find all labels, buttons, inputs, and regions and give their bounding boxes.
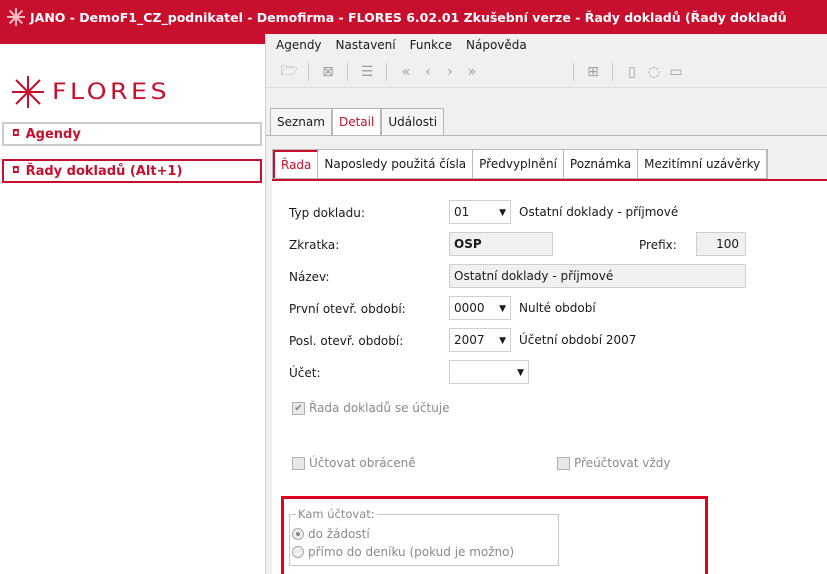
radio-do-zadosti-label: do žádostí	[308, 527, 370, 541]
kam-uctovat-group: Kam účtovat: do žádostí přímo do deníku …	[289, 507, 559, 566]
title-bar: JANO - DemoF1_CZ_podnikatel - Demofirma …	[0, 0, 827, 34]
ucet-label: Účet:	[289, 366, 321, 380]
prvni-obdobi-value: 0000	[454, 301, 485, 315]
tab-rada[interactable]: Řada	[273, 150, 319, 178]
app-icon	[6, 7, 26, 27]
posl-obdobi-label: Posl. otevř. období:	[289, 334, 404, 348]
prefix-field[interactable]: 100	[696, 232, 746, 256]
tabs-divider	[266, 135, 827, 136]
toolbar-separator	[386, 62, 387, 81]
toolbar-separator	[308, 62, 309, 81]
menu-nastaveni[interactable]: Nastavení	[336, 38, 396, 52]
detail-subtabs: Řada Naposledy použitá čísla Předvyplněn…	[272, 149, 769, 179]
posl-obdobi-desc: Účetní období 2007	[519, 333, 637, 347]
menu-agendy[interactable]: Agendy	[276, 38, 322, 52]
sidebar-item-label: Řady dokladů (Alt+1)	[25, 163, 183, 179]
tab-seznam[interactable]: Seznam	[270, 108, 332, 136]
rada-se-uctuje-checkbox[interactable]: ✔ Řada dokladů se účtuje	[292, 401, 450, 415]
radio-primo-do-deniku[interactable]: přímo do deníku (pokud je možno)	[292, 545, 514, 559]
chevron-down-icon: ▼	[517, 368, 524, 378]
sidebar-item-agendy[interactable]: ◘ Agendy	[2, 122, 262, 146]
checkbox-box	[557, 456, 570, 470]
sidebar: FLORES ◘ Agendy ◘ Řady dokladů (Alt+1)	[0, 34, 266, 574]
flores-logo: FLORES	[10, 74, 167, 110]
help-icon[interactable]: ▯	[621, 64, 643, 80]
tab-predvyplneni[interactable]: Předvyplnění	[473, 150, 564, 178]
menu-napoveda[interactable]: Nápověda	[466, 38, 527, 52]
list-icon[interactable]: ☰	[356, 64, 378, 80]
collapse-bullet-icon: ◘	[12, 129, 20, 139]
radio-selected-icon	[292, 528, 304, 540]
prvni-obdobi-desc: Nulté období	[519, 301, 596, 315]
typ-dokladu-value: 01	[454, 205, 470, 219]
uctovat-obracene-checkbox[interactable]: Účtovat obráceně	[292, 456, 416, 470]
chevron-down-icon: ▼	[499, 336, 506, 346]
kam-uctovat-legend: Kam účtovat:	[296, 507, 377, 521]
checkmark-icon: ✔	[292, 401, 305, 415]
radio-primo-do-deniku-label: přímo do deníku (pokud je možno)	[308, 545, 515, 559]
checkbox-box	[292, 456, 305, 470]
tab-naposledy-pouzita-cisla[interactable]: Naposledy použitá čísla	[318, 150, 474, 178]
toolbar: 🗁 ⊠ ☰ « ‹ › » ⊞ ▯ ◌ ▭	[266, 56, 827, 88]
flores-wordmark: FLORES	[52, 79, 171, 105]
tab-detail[interactable]: Detail	[331, 108, 382, 136]
first-icon[interactable]: «	[395, 64, 417, 80]
last-icon[interactable]: »	[461, 64, 483, 80]
sidebar-item-label: Agendy	[25, 126, 81, 142]
toolbar-separator	[573, 62, 574, 81]
prefix-label: Prefix:	[639, 238, 677, 252]
uctovat-obracene-label: Účtovat obráceně	[309, 456, 416, 470]
typ-dokladu-label: Typ dokladu:	[289, 206, 365, 220]
posl-obdobi-select[interactable]: 2007 ▼ Účetní období 2007	[449, 328, 636, 352]
window-title: JANO - DemoF1_CZ_podnikatel - Demofirma …	[30, 9, 787, 25]
preuctovat-vzdy-checkbox[interactable]: Přeúčtovat vždy	[557, 456, 670, 470]
zkratka-field[interactable]: OSP	[449, 232, 553, 256]
expand-bullet-icon: ◘	[12, 166, 20, 176]
calculator-icon[interactable]: ⊞	[582, 64, 604, 80]
rada-se-uctuje-label: Řada dokladů se účtuje	[309, 401, 450, 415]
menu-funkce[interactable]: Funkce	[410, 38, 452, 52]
delete-icon[interactable]: ⊠	[317, 64, 339, 80]
preuctovat-vzdy-label: Přeúčtovat vždy	[574, 456, 671, 470]
tab-mezitimni-uzaverky[interactable]: Mezitímní uzávěrky	[638, 150, 768, 178]
chevron-down-icon: ▼	[499, 304, 506, 314]
flores-star-icon	[12, 76, 44, 108]
tab-poznamka[interactable]: Poznámka	[563, 150, 639, 178]
nazev-field[interactable]: Ostatní doklady - příjmové	[449, 264, 746, 288]
typ-dokladu-desc: Ostatní doklady - příjmové	[519, 205, 679, 219]
menu-bar: Agendy Nastavení Funkce Nápověda	[266, 34, 827, 56]
prvni-obdobi-label: První otevř. období:	[289, 302, 406, 316]
tab-udalosti[interactable]: Události	[381, 108, 445, 136]
sidebar-item-rady-dokladu[interactable]: ◘ Řady dokladů (Alt+1)	[2, 159, 262, 183]
prvni-obdobi-select[interactable]: 0000 ▼ Nulté období	[449, 296, 596, 320]
typ-dokladu-select[interactable]: 01 ▼ Ostatní doklady - příjmové	[449, 200, 678, 224]
toolbar-separator	[612, 62, 613, 81]
chevron-down-icon: ▼	[499, 208, 506, 218]
toolbar-separator	[347, 62, 348, 81]
view-tabs: Seznam Detail Události	[270, 108, 445, 136]
previous-icon[interactable]: ‹	[417, 64, 439, 80]
folder-icon[interactable]: 🗁	[278, 60, 300, 84]
posl-obdobi-value: 2007	[454, 333, 485, 347]
zkratka-label: Zkratka:	[289, 238, 340, 252]
chat-icon[interactable]: ◌	[643, 64, 665, 80]
sidebar-header-strip	[0, 34, 265, 44]
info-icon[interactable]: ▭	[665, 64, 687, 80]
nazev-label: Název:	[289, 270, 330, 284]
ucet-select[interactable]: ▼	[449, 360, 529, 384]
next-icon[interactable]: ›	[439, 64, 461, 80]
radio-unselected-icon	[292, 546, 304, 558]
radio-do-zadosti[interactable]: do žádostí	[292, 527, 370, 541]
